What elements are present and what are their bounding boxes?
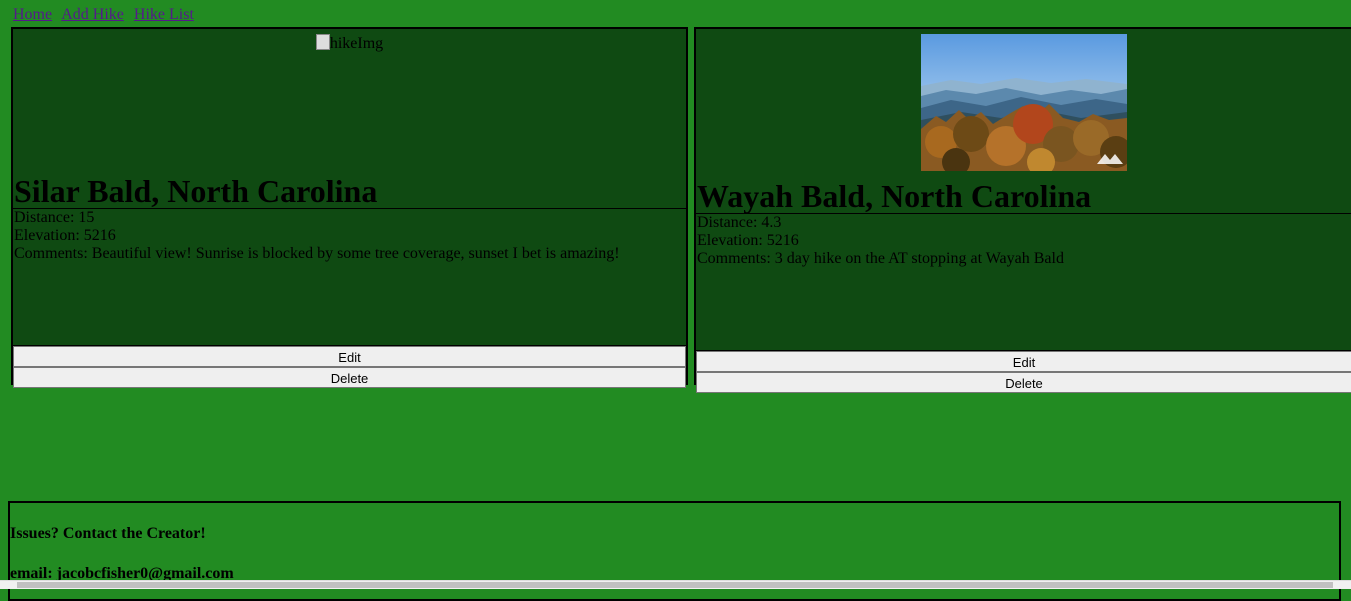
hike-image-area (696, 34, 1351, 179)
broken-image: hikeImg (315, 34, 384, 53)
hike-comments: Comments: Beautiful view! Sunrise is blo… (14, 245, 620, 262)
nav-hike-list-link[interactable]: Hike List (134, 6, 194, 23)
hike-elevation: Elevation: 5216 (14, 227, 116, 244)
hike-details: Distance: 4.3 Elevation: 5216 Comments: … (696, 214, 1351, 351)
hike-card: Wayah Bald, North Carolina Distance: 4.3… (694, 27, 1351, 393)
delete-button[interactable]: Delete (13, 367, 686, 388)
hike-distance: Distance: 15 (14, 209, 95, 226)
broken-image-icon (315, 34, 330, 50)
footer-heading: Issues? Contact the Creator! (10, 525, 206, 542)
top-nav: Home Add Hike Hike List (13, 6, 200, 24)
hike-comments: Comments: 3 day hike on the AT stopping … (697, 250, 1064, 267)
scrollbar-thumb[interactable] (17, 582, 1333, 588)
hike-photo (921, 34, 1127, 171)
hike-title: Wayah Bald, North Carolina (696, 179, 1351, 214)
hike-distance: Distance: 4.3 (697, 214, 782, 231)
hike-details: Distance: 15 Elevation: 5216 Comments: B… (13, 209, 686, 346)
hike-image-area: hikeImg (13, 29, 686, 174)
hike-title: Silar Bald, North Carolina (13, 174, 686, 209)
delete-button[interactable]: Delete (696, 372, 1351, 393)
nav-home-link[interactable]: Home (13, 6, 52, 23)
edit-button[interactable]: Edit (13, 346, 686, 367)
nav-add-hike-link[interactable]: Add Hike (61, 6, 124, 23)
hike-elevation: Elevation: 5216 (697, 232, 799, 249)
edit-button[interactable]: Edit (696, 351, 1351, 372)
hike-card: hikeImg Silar Bald, North Carolina Dista… (11, 27, 688, 388)
hike-image-alt: hikeImg (329, 35, 384, 52)
